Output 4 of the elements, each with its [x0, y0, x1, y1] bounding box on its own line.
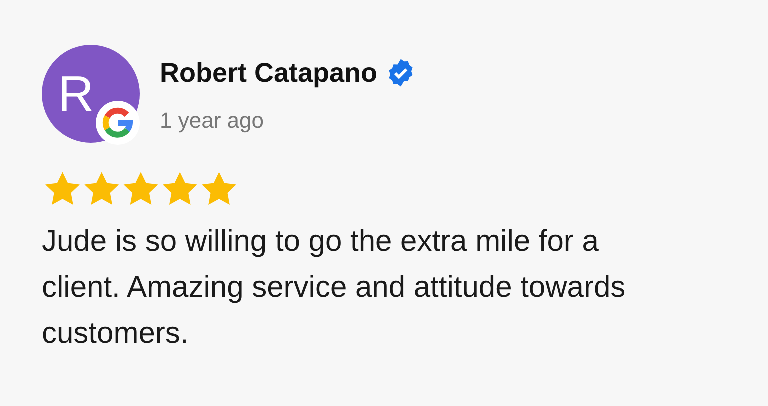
google-logo-icon — [96, 101, 140, 145]
review-time: 1 year ago — [160, 106, 265, 135]
review-text: Jude is so willing to go the extra mile for a client. Amazing service and attitude towards customers. — [42, 224, 627, 352]
reviewer-name: Robert Catapano — [160, 57, 378, 90]
